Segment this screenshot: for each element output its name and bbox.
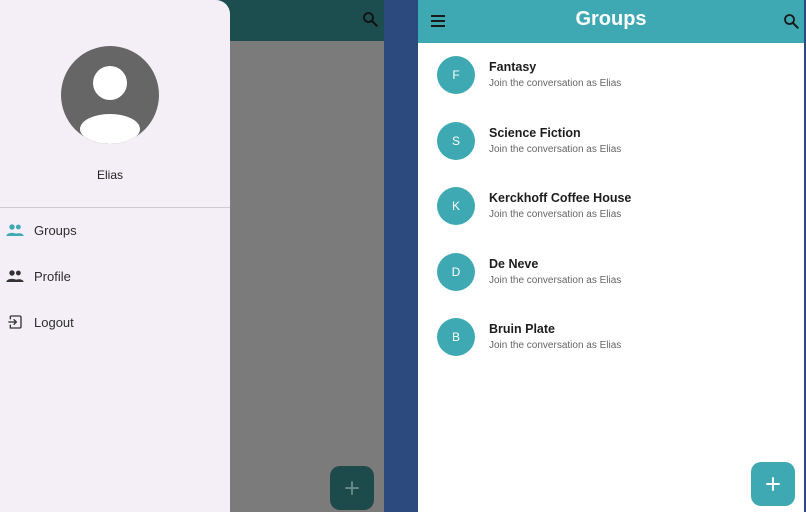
right-screen: Groups F Fantasy Join the conversation a…: [418, 0, 804, 512]
add-group-button[interactable]: [330, 466, 374, 510]
group-avatar: B: [437, 318, 475, 356]
group-name: Bruin Plate: [489, 322, 555, 336]
group-name: De Neve: [489, 257, 539, 271]
add-group-button[interactable]: [751, 462, 795, 506]
group-subtitle: Join the conversation as Elias: [489, 275, 622, 286]
group-row-bruin-plate[interactable]: B Bruin Plate Join the conversation as E…: [418, 318, 804, 368]
drawer-user-name: Elias: [96, 168, 123, 182]
group-avatar: S: [437, 122, 475, 160]
group-name: Science Fiction: [489, 126, 581, 140]
left-screen: Elias Groups Profile Logout: [0, 0, 384, 512]
group-subtitle: Join the conversation as Elias: [489, 209, 622, 220]
plus-icon: [766, 477, 780, 491]
drawer-item-profile[interactable]: Profile: [0, 261, 220, 291]
navigation-drawer: Elias Groups Profile Logout: [0, 0, 230, 512]
plus-icon: [345, 481, 359, 495]
group-row-kerckhoff-coffee-house[interactable]: K Kerckhoff Coffee House Join the conver…: [418, 187, 804, 237]
group-subtitle: Join the conversation as Elias: [489, 78, 622, 89]
people-icon: [6, 221, 24, 239]
group-avatar: D: [437, 253, 475, 291]
group-subtitle: Join the conversation as Elias: [489, 144, 622, 155]
page-title: Groups: [575, 8, 647, 30]
drawer-item-label: Profile: [34, 268, 71, 284]
group-avatar: F: [437, 56, 475, 94]
drawer-item-label: Groups: [34, 222, 77, 238]
search-icon[interactable]: [782, 12, 800, 30]
group-row-de-neve[interactable]: D De Neve Join the conversation as Elias: [418, 253, 804, 303]
drawer-divider: [0, 207, 230, 208]
drawer-item-logout[interactable]: Logout: [0, 307, 220, 337]
avatar-icon: [61, 46, 159, 144]
drawer-item-groups[interactable]: Groups: [0, 215, 220, 245]
group-name: Kerckhoff Coffee House: [489, 191, 632, 205]
group-name: Fantasy: [489, 60, 537, 74]
people-icon: [6, 267, 24, 285]
group-avatar: K: [437, 187, 475, 225]
app-bar: Groups: [418, 0, 804, 43]
search-icon[interactable]: [361, 10, 379, 28]
group-row-science-fiction[interactable]: S Science Fiction Join the conversation …: [418, 122, 804, 172]
group-row-fantasy[interactable]: F Fantasy Join the conversation as Elias: [418, 56, 804, 106]
drawer-item-label: Logout: [34, 314, 74, 330]
logout-icon: [6, 313, 24, 331]
group-subtitle: Join the conversation as Elias: [489, 340, 622, 351]
